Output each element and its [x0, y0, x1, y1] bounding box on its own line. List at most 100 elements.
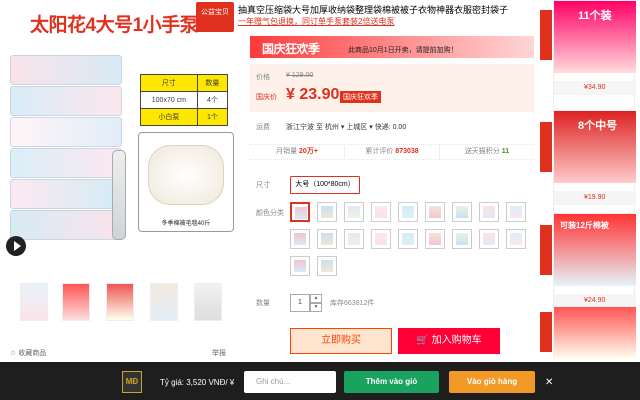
side-ad-title: 11个装 — [578, 10, 612, 22]
color-swatch[interactable] — [344, 202, 364, 222]
sale-price-label: 国庆价 — [256, 94, 277, 101]
side-ad-title: 8个中号 — [578, 120, 618, 132]
stat-value: 873038 — [395, 148, 419, 155]
quilt-caption: 冬季棉被毛毯40斤 — [161, 221, 211, 227]
quantity-input[interactable]: 1 — [290, 294, 310, 312]
color-swatch[interactable] — [317, 202, 337, 222]
spec-cell: 4个 — [196, 91, 229, 109]
side-ad-marker — [540, 10, 552, 60]
side-ad-marker — [540, 225, 552, 275]
close-icon[interactable]: ✕ — [545, 377, 553, 388]
go-to-cart-button[interactable]: Vào giỏ hàng — [449, 371, 535, 393]
product-subtitle[interactable]: 一年赠气包退换，同订单手泵套装2倍送电泵 — [238, 16, 394, 27]
bag-stack-item — [10, 179, 122, 209]
note-input[interactable]: Ghi chú... — [244, 371, 336, 393]
bag-stack-item — [10, 117, 122, 147]
thumbnail[interactable] — [20, 283, 48, 321]
quantity-increase-icon[interactable]: ▲ — [310, 294, 322, 303]
color-swatch[interactable] — [290, 229, 310, 249]
add-to-cart-button[interactable]: 🛒 加入购物车 — [398, 328, 500, 354]
color-swatch[interactable] — [506, 202, 526, 222]
favorite-link[interactable]: ☆ 收藏商品 — [10, 348, 46, 358]
color-swatch-image — [294, 260, 306, 272]
spec-cell: 小白泵 — [140, 108, 198, 126]
spec-cell: 1个 — [196, 108, 229, 126]
side-ad-image — [554, 307, 636, 359]
add-to-basket-button[interactable]: Thêm vào giỏ — [344, 371, 439, 393]
color-swatch-image — [375, 206, 387, 218]
side-ad-card[interactable] — [553, 306, 636, 359]
spec-cell: 100x70 cm — [140, 91, 198, 109]
color-swatch[interactable] — [317, 229, 337, 249]
side-ad-title: 可装12斤棉被 — [560, 221, 609, 230]
bag-stack-item — [10, 86, 122, 116]
thumbnail[interactable] — [150, 283, 178, 321]
bag-stack-item — [10, 210, 122, 240]
stat-reviews[interactable]: 累计评价 873038 — [345, 145, 440, 159]
quantity-label: 数量 — [256, 300, 270, 307]
price-label: 价格 — [256, 74, 270, 81]
promo-note: 此商品10月1日开卖，请提前加购！ — [348, 47, 458, 54]
image-title: 太阳花4大号1小手泵 — [30, 15, 199, 36]
side-ad-marker — [540, 312, 552, 352]
color-swatch[interactable] — [371, 202, 391, 222]
spec-table: 尺寸 数量 100x70 cm 4个 小白泵 1个 — [140, 74, 229, 126]
side-ad-marker — [540, 122, 552, 172]
color-swatch[interactable] — [425, 202, 445, 222]
spec-header: 数量 — [196, 74, 229, 92]
stat-points: 送天猫积分 11 — [440, 145, 534, 159]
favorite-label: 收藏商品 — [18, 350, 47, 357]
exchange-rate: Tỷ giá: 3,520 VNĐ/ ¥ — [160, 378, 235, 387]
star-icon: ☆ — [10, 350, 19, 357]
color-swatch[interactable] — [398, 202, 418, 222]
color-swatch[interactable] — [398, 229, 418, 249]
color-label: 颜色分类 — [256, 210, 284, 217]
color-swatch[interactable] — [479, 202, 499, 222]
thumbnail[interactable] — [106, 283, 134, 321]
sale-badge: 国庆狂欢季 — [340, 91, 381, 103]
buy-now-button[interactable]: 立即购买 — [290, 328, 392, 354]
color-swatch-image — [456, 233, 468, 245]
color-swatch-image — [456, 206, 468, 218]
thumbnail[interactable] — [194, 283, 222, 321]
color-swatch[interactable] — [452, 229, 472, 249]
color-swatch-image — [295, 207, 307, 219]
color-swatch[interactable] — [290, 202, 310, 222]
side-ad-card[interactable]: 8个中号 ¥19.90 — [553, 110, 636, 226]
color-swatch[interactable] — [371, 229, 391, 249]
color-swatch[interactable] — [344, 229, 364, 249]
color-swatch-image — [321, 233, 333, 245]
bag-stack-item — [10, 148, 122, 178]
color-swatch-image — [429, 233, 441, 245]
color-swatch-image — [483, 206, 495, 218]
bag-stack-item — [10, 55, 122, 85]
stock-count: 库存663812件 — [330, 300, 375, 307]
color-swatch[interactable] — [506, 229, 526, 249]
original-price: ¥ 129.00 — [286, 72, 314, 79]
side-ad-card[interactable]: 11个装 ¥34.90 — [553, 0, 636, 116]
stat-monthly: 月销量 20万+ — [250, 145, 345, 159]
side-ad-price: ¥19.90 — [584, 194, 606, 201]
color-swatch[interactable] — [317, 256, 337, 276]
product-title: 抽真空压缩袋大号加厚收纳袋整理袋棉被被子衣物神器衣服密封袋子 — [238, 5, 509, 15]
color-swatch[interactable] — [479, 229, 499, 249]
video-play-icon[interactable] — [6, 236, 26, 256]
quilt-image — [148, 145, 224, 205]
promo-label: 国庆狂欢季 — [262, 42, 320, 56]
color-swatch[interactable] — [425, 229, 445, 249]
color-swatch[interactable] — [452, 202, 472, 222]
report-link[interactable]: 举报 — [212, 348, 226, 358]
stat-label: 送天猫积分 — [464, 148, 500, 155]
side-ad-price: ¥24.90 — [584, 297, 606, 304]
thumbnail[interactable] — [62, 283, 90, 321]
stat-label: 累计评价 — [365, 148, 394, 155]
size-option[interactable]: 大号（100*80cm） — [290, 176, 360, 194]
color-swatch-image — [348, 233, 360, 245]
shipping-destination-select[interactable]: 浙江宁波 至 杭州 ▾ 上城区 ▾ 快递: 0.00 — [286, 122, 406, 132]
color-swatch[interactable] — [290, 256, 310, 276]
stat-value: 20万+ — [299, 148, 318, 155]
quantity-decrease-icon[interactable]: ▼ — [310, 303, 322, 312]
color-swatch-image — [321, 260, 333, 272]
stat-value: 11 — [501, 148, 510, 155]
color-swatch-image — [402, 233, 414, 245]
